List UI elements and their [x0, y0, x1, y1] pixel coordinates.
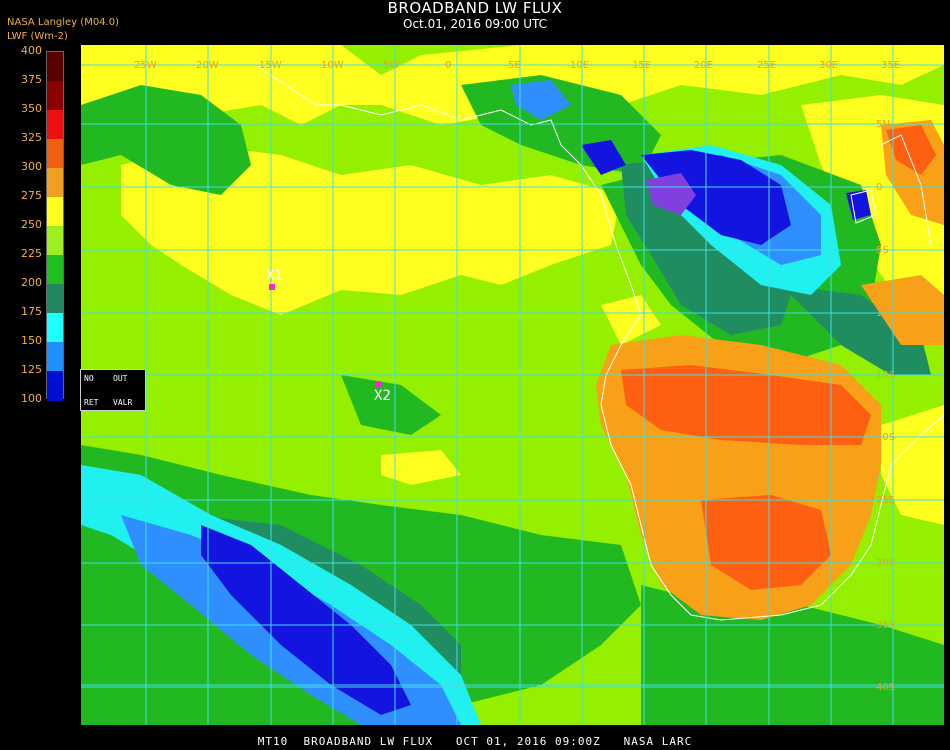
unit-label: LWF (Wm-2)	[7, 31, 68, 42]
legend-label: 350	[21, 102, 42, 115]
latitude-label: 5S	[876, 245, 889, 256]
legend-label: 250	[21, 218, 42, 231]
legend-label: 300	[21, 160, 42, 173]
longitude-label: 10W	[321, 60, 344, 71]
map-controls: NO OUT RET VALR	[80, 369, 146, 411]
marker-x1-label: X1	[266, 268, 283, 284]
legend-label: 175	[21, 305, 42, 318]
map-svg	[81, 45, 944, 725]
latitude-label: 15S	[876, 370, 896, 381]
legend-label: 100	[21, 392, 42, 405]
latitude-label: 0	[876, 182, 883, 193]
marker-x2-label: X2	[374, 388, 391, 404]
legend-label: 150	[21, 334, 42, 347]
longitude-label: 25E	[757, 60, 777, 71]
legend-label: 275	[21, 189, 42, 202]
longitude-label: 30E	[819, 60, 839, 71]
longitude-label: 15E	[632, 60, 652, 71]
latitude-label: 25S	[876, 495, 896, 506]
longitude-label: 5E	[508, 60, 521, 71]
legend-swatch	[47, 110, 63, 140]
legend-swatch	[47, 313, 63, 343]
legend-swatch	[47, 342, 63, 372]
map[interactable]	[81, 45, 944, 725]
longitude-label: 20E	[694, 60, 714, 71]
producer-label: NASA Langley (M04.0)	[7, 17, 119, 28]
latitude-label: 40S	[876, 682, 896, 693]
legend-label: 200	[21, 276, 42, 289]
legend-swatch	[47, 168, 63, 198]
subtitle: Oct.01, 2016 09:00 UTC	[403, 17, 547, 31]
legend-swatch	[47, 52, 63, 82]
title: BROADBAND LW FLUX	[387, 0, 563, 17]
legend-swatch	[47, 81, 63, 111]
longitude-label: 10E	[570, 60, 590, 71]
legend-swatch	[47, 284, 63, 314]
footer: MT10 BROADBAND LW FLUX OCT 01, 2016 09:0…	[257, 735, 693, 748]
latitude-label: 30S	[876, 558, 896, 569]
longitude-label: 35E	[881, 60, 901, 71]
legend-swatch	[47, 139, 63, 169]
latitude-label: 10S	[876, 308, 896, 319]
longitude-label: 25W	[134, 60, 157, 71]
legend-swatch	[47, 255, 63, 285]
legend-swatch	[47, 371, 63, 401]
marker-x1[interactable]	[269, 284, 275, 290]
longitude-label: 0	[445, 60, 452, 71]
longitude-label: 15W	[259, 60, 282, 71]
latitude-label: 5N	[876, 119, 890, 130]
legend-label: 325	[21, 131, 42, 144]
legend-label: 400	[21, 44, 42, 57]
legend-bar	[46, 51, 64, 401]
longitude-label: 5W	[383, 60, 400, 71]
out-button[interactable]: OUT	[113, 374, 127, 383]
latitude-label: 20S	[876, 432, 896, 443]
marker-x2[interactable]	[375, 381, 381, 387]
latitude-label: 35S	[876, 620, 896, 631]
longitude-label: 20W	[196, 60, 219, 71]
legend-label: 225	[21, 247, 42, 260]
legend-swatch	[47, 226, 63, 256]
legend-swatch	[47, 197, 63, 227]
valr-button[interactable]: VALR	[113, 398, 132, 407]
no-button[interactable]: NO	[84, 374, 94, 383]
legend-label: 375	[21, 73, 42, 86]
ret-button[interactable]: RET	[84, 398, 98, 407]
legend-label: 125	[21, 363, 42, 376]
